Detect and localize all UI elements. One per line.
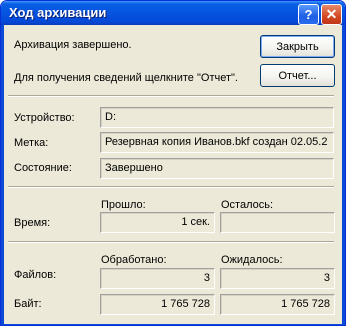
report-hint: Для получения сведений щелкните "Отчет". [14,72,238,84]
close-window-button[interactable]: ✕ [321,4,342,25]
help-icon: ? [304,7,313,22]
backup-progress-dialog: Ход архивации ? ✕ Архивация завершено. З… [0,0,346,326]
close-button[interactable]: Закрыть [260,35,335,58]
state-label: Состояние: [14,162,72,174]
bytes-expected-field: 1 765 728 [220,294,335,315]
window-title: Ход архивации [9,5,107,20]
close-icon: ✕ [325,6,338,22]
time-label: Время: [14,217,51,229]
files-label: Файлов: [14,269,57,281]
bytes-label: Байт: [14,298,42,310]
elapsed-field: 1 сек. [100,212,215,233]
tag-field: Резервная копия Иванов.bkf создан 02.05.… [100,132,334,153]
remaining-header: Осталось: [221,199,274,211]
separator [8,241,334,243]
elapsed-header: Прошло: [101,199,146,211]
separator [8,186,334,188]
remaining-field [220,212,335,233]
state-field: Завершено [100,158,334,179]
report-button[interactable]: Отчет... [260,64,335,87]
expected-header: Ожидалось: [221,254,283,266]
device-label: Устройство: [14,112,75,124]
separator [8,95,334,97]
status-message: Архивация завершено. [14,39,132,51]
close-button-label: Закрыть [276,40,319,53]
bytes-processed-field: 1 765 728 [100,294,215,315]
title-bar[interactable]: Ход архивации ? ✕ [1,1,345,25]
files-expected-field: 3 [220,268,335,289]
window-frame-left [1,25,4,325]
help-button[interactable]: ? [298,4,319,25]
report-button-label: Отчет... [278,69,317,82]
files-processed-field: 3 [100,268,215,289]
processed-header: Обработано: [101,254,167,266]
tag-label: Метка: [14,137,49,149]
device-field: D: [100,107,334,128]
window-frame-right [342,25,345,325]
